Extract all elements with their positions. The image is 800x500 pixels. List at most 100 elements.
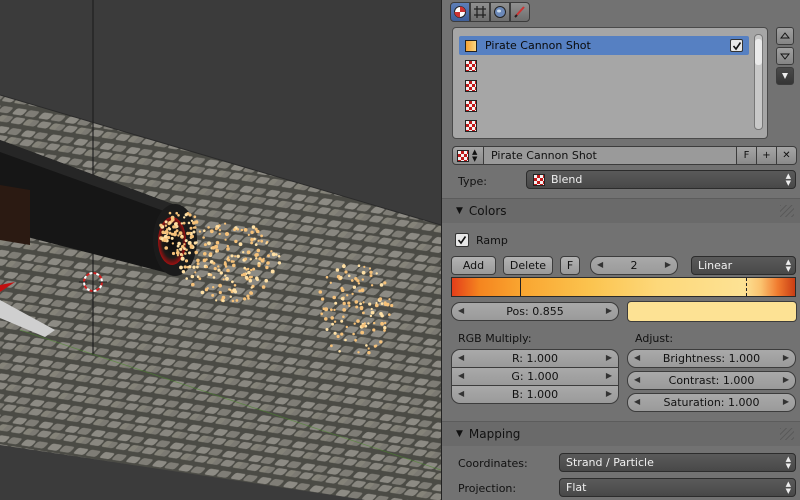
particle bbox=[368, 302, 372, 306]
texture-slot-3[interactable] bbox=[459, 76, 749, 95]
decrement-arrow-icon[interactable]: ◀ bbox=[458, 389, 464, 398]
particle bbox=[212, 286, 215, 289]
new-texture-button[interactable]: + bbox=[757, 146, 777, 165]
decrement-arrow-icon[interactable]: ◀ bbox=[634, 397, 640, 406]
increment-arrow-icon[interactable]: ▶ bbox=[606, 371, 612, 380]
particle bbox=[367, 347, 370, 350]
particle bbox=[383, 301, 387, 305]
drag-grip-icon[interactable] bbox=[780, 205, 794, 217]
particle bbox=[247, 267, 250, 271]
world-button[interactable] bbox=[490, 2, 510, 22]
particle bbox=[380, 302, 384, 305]
fake-user-button[interactable]: F bbox=[737, 146, 757, 165]
active-stop-field[interactable]: ◀ 2 ▶ bbox=[590, 256, 678, 275]
texture-context-buttons bbox=[450, 2, 530, 22]
particle bbox=[388, 298, 391, 301]
particle bbox=[225, 276, 229, 281]
texture-slot-4[interactable] bbox=[459, 96, 749, 115]
increment-arrow-icon[interactable]: ▶ bbox=[665, 260, 671, 269]
browse-texture-button[interactable]: ▲ ▼ bbox=[452, 146, 484, 165]
coordinates-dropdown[interactable]: Strand / Particle ▲ ▼ bbox=[559, 453, 796, 472]
mapping-header-label: Mapping bbox=[468, 427, 521, 441]
particle bbox=[338, 350, 341, 353]
contrast-field[interactable]: ◀ Contrast: 1.000 ▶ bbox=[627, 371, 796, 390]
texture-tab-button[interactable] bbox=[450, 2, 470, 22]
particle bbox=[219, 271, 223, 275]
particle bbox=[370, 284, 374, 287]
particle bbox=[257, 239, 260, 242]
texture-slot-1[interactable]: Pirate Cannon Shot bbox=[459, 36, 749, 55]
increment-arrow-icon[interactable]: ▶ bbox=[606, 389, 612, 398]
colors-panel-header[interactable]: ▼ Colors bbox=[442, 198, 800, 223]
move-slot-down-button[interactable] bbox=[776, 47, 794, 65]
texture-name-field[interactable]: Pirate Cannon Shot bbox=[484, 146, 737, 165]
particle bbox=[363, 265, 366, 268]
increment-arrow-icon[interactable]: ▶ bbox=[783, 375, 789, 384]
particle bbox=[342, 264, 346, 269]
increment-arrow-icon[interactable]: ▶ bbox=[606, 353, 612, 362]
ramp-stop-marker-active[interactable] bbox=[746, 278, 747, 296]
contrast-value: Contrast: 1.000 bbox=[668, 374, 755, 387]
decrement-arrow-icon[interactable]: ◀ bbox=[458, 353, 464, 362]
r-multiply-field[interactable]: ◀ R: 1.000 ▶ bbox=[451, 349, 619, 368]
rgb-multiply-label: RGB Multiply: bbox=[458, 332, 532, 345]
g-multiply-field[interactable]: ◀ G: 1.000 ▶ bbox=[451, 367, 619, 386]
decrement-arrow-icon[interactable]: ◀ bbox=[458, 306, 464, 315]
particle bbox=[178, 231, 183, 236]
interpolation-dropdown[interactable]: Linear ▲ ▼ bbox=[691, 256, 796, 275]
brush-button[interactable] bbox=[510, 2, 530, 22]
particle bbox=[235, 299, 239, 302]
slot-list-scrollbar[interactable] bbox=[754, 34, 763, 130]
texture-slot-2[interactable] bbox=[459, 56, 749, 75]
texture-slot-5[interactable] bbox=[459, 116, 749, 135]
texture-slot-list[interactable]: Pirate Cannon Shot bbox=[452, 27, 768, 139]
increment-arrow-icon[interactable]: ▶ bbox=[783, 397, 789, 406]
decrement-arrow-icon[interactable]: ◀ bbox=[597, 260, 603, 269]
color-ramp[interactable] bbox=[451, 277, 796, 297]
increment-arrow-icon[interactable]: ▶ bbox=[783, 353, 789, 362]
ramp-add-button[interactable]: Add bbox=[451, 256, 496, 275]
particle bbox=[352, 285, 357, 289]
particle bbox=[218, 232, 221, 236]
ramp-flip-button[interactable]: F bbox=[560, 256, 580, 275]
particle bbox=[232, 260, 235, 263]
saturation-field[interactable]: ◀ Saturation: 1.000 ▶ bbox=[627, 393, 796, 412]
decrement-arrow-icon[interactable]: ◀ bbox=[634, 375, 640, 384]
slot-enabled-checkbox[interactable] bbox=[730, 39, 743, 52]
ramp-delete-button[interactable]: Delete bbox=[503, 256, 553, 275]
increment-arrow-icon[interactable]: ▶ bbox=[606, 306, 612, 315]
decrement-arrow-icon[interactable]: ◀ bbox=[634, 353, 640, 362]
particle bbox=[170, 232, 174, 236]
updown-arrows-icon: ▲ ▼ bbox=[785, 455, 791, 470]
particle bbox=[189, 235, 193, 238]
stop-position-field[interactable]: ◀ Pos: 0.855 ▶ bbox=[451, 302, 619, 321]
particle bbox=[184, 259, 189, 263]
b-multiply-field[interactable]: ◀ B: 1.000 ▶ bbox=[451, 385, 619, 404]
3d-viewport[interactable] bbox=[0, 0, 441, 500]
particle bbox=[249, 258, 252, 261]
particle bbox=[196, 265, 199, 269]
type-dropdown[interactable]: Blend ▲ ▼ bbox=[526, 170, 796, 189]
ramp-stop-marker[interactable] bbox=[520, 278, 521, 296]
scrollbar-thumb[interactable] bbox=[755, 39, 762, 65]
texture-coords-button[interactable] bbox=[470, 2, 490, 22]
interpolation-value: Linear bbox=[698, 259, 733, 272]
mapping-panel-header[interactable]: ▼ Mapping bbox=[442, 421, 800, 446]
ramp-checkbox[interactable] bbox=[455, 233, 469, 247]
projection-dropdown[interactable]: Flat ▲ ▼ bbox=[559, 478, 796, 497]
stop-color-swatch[interactable] bbox=[627, 301, 797, 322]
particle bbox=[164, 246, 168, 250]
particle bbox=[266, 261, 270, 265]
unlink-texture-button[interactable]: ✕ bbox=[777, 146, 797, 165]
decrement-arrow-icon[interactable]: ◀ bbox=[458, 371, 464, 380]
slot-specials-button[interactable] bbox=[776, 67, 794, 85]
move-slot-up-button[interactable] bbox=[776, 27, 794, 45]
particle bbox=[340, 332, 344, 336]
drag-grip-icon[interactable] bbox=[780, 428, 794, 440]
particle bbox=[379, 283, 384, 287]
particle bbox=[342, 315, 345, 319]
particle bbox=[214, 244, 219, 249]
particle bbox=[212, 276, 216, 279]
particle bbox=[226, 244, 229, 248]
brightness-field[interactable]: ◀ Brightness: 1.000 ▶ bbox=[627, 349, 796, 368]
